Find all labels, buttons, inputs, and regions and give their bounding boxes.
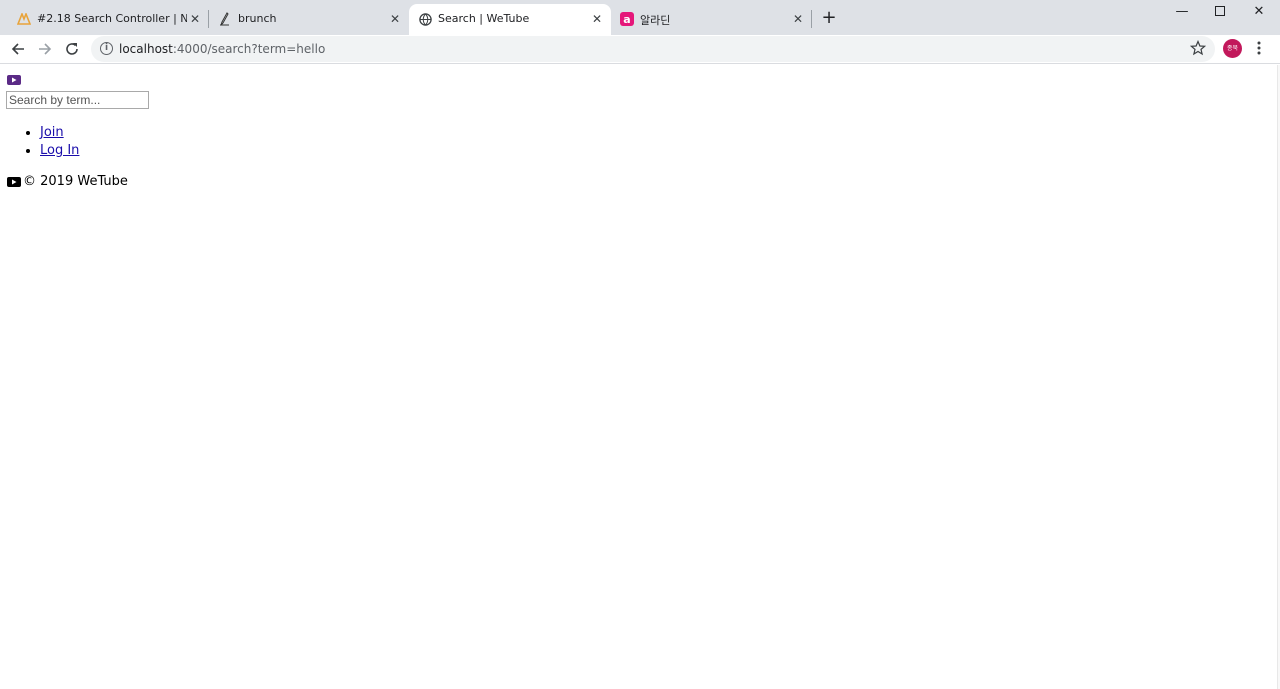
close-tab-icon[interactable]: ✕ xyxy=(590,12,604,26)
tab-divider xyxy=(811,10,812,28)
arrow-left-icon xyxy=(11,43,24,55)
tab-wetube-search[interactable]: Search | WeTube ✕ xyxy=(409,4,611,35)
nomad-icon xyxy=(17,12,31,26)
footer-copyright: © 2019 WeTube xyxy=(23,174,128,189)
url-host: localhost xyxy=(119,42,173,56)
reload-icon xyxy=(66,43,78,55)
tab-brunch[interactable]: brunch ✕ xyxy=(209,4,407,35)
brunch-pen-icon xyxy=(218,12,232,26)
globe-icon xyxy=(418,12,432,26)
close-tab-icon[interactable]: ✕ xyxy=(188,12,202,26)
site-info-icon[interactable]: i xyxy=(100,42,113,55)
reload-button[interactable] xyxy=(62,39,82,59)
tab-aladin[interactable]: a 알라딘 ✕ xyxy=(611,4,810,35)
search-input[interactable] xyxy=(6,91,149,109)
forward-button[interactable] xyxy=(35,39,55,59)
url-text[interactable]: localhost:4000/search?term=hello xyxy=(119,42,325,56)
login-link[interactable]: Log In xyxy=(40,143,79,158)
profile-avatar[interactable]: 종북 xyxy=(1223,39,1242,58)
address-bar[interactable]: i localhost:4000/search?term=hello xyxy=(91,36,1215,62)
tab-title: Search | WeTube xyxy=(438,12,530,25)
nav-item-join: Join xyxy=(40,124,79,142)
arrow-right-icon xyxy=(39,43,52,55)
wetube-logo-icon[interactable] xyxy=(7,75,21,85)
close-tab-icon[interactable]: ✕ xyxy=(388,12,402,26)
close-tab-icon[interactable]: ✕ xyxy=(791,12,805,26)
tab-title: brunch xyxy=(238,12,277,25)
tab-strip: #2.18 Search Controller | Noma ✕ brunch … xyxy=(0,0,1280,35)
page-viewport: Join Log In © 2019 WeTube xyxy=(0,65,1280,689)
aladin-icon: a xyxy=(620,12,634,26)
kebab-menu-icon[interactable] xyxy=(1252,40,1266,56)
svg-text:a: a xyxy=(623,13,630,26)
maximize-icon xyxy=(1215,6,1225,16)
url-path: :4000/search?term=hello xyxy=(172,42,326,56)
bookmark-star-icon[interactable] xyxy=(1189,39,1207,56)
back-button[interactable] xyxy=(8,39,28,59)
tab-title: 알라딘 xyxy=(640,14,671,27)
join-link[interactable]: Join xyxy=(40,125,64,140)
nav-menu: Join Log In xyxy=(40,124,79,160)
tab-nomad[interactable]: #2.18 Search Controller | Noma ✕ xyxy=(8,4,208,35)
youtube-icon xyxy=(7,176,21,187)
close-window-button[interactable]: ✕ xyxy=(1239,0,1279,22)
browser-toolbar: i localhost:4000/search?term=hello xyxy=(0,35,1280,64)
tab-title: #2.18 Search Controller | Noma xyxy=(37,12,187,25)
page-footer: © 2019 WeTube xyxy=(7,174,128,189)
minimize-button[interactable]: — xyxy=(1162,0,1202,22)
nav-item-login: Log In xyxy=(40,142,79,160)
new-tab-button[interactable]: + xyxy=(820,9,838,27)
maximize-button[interactable] xyxy=(1200,0,1240,22)
